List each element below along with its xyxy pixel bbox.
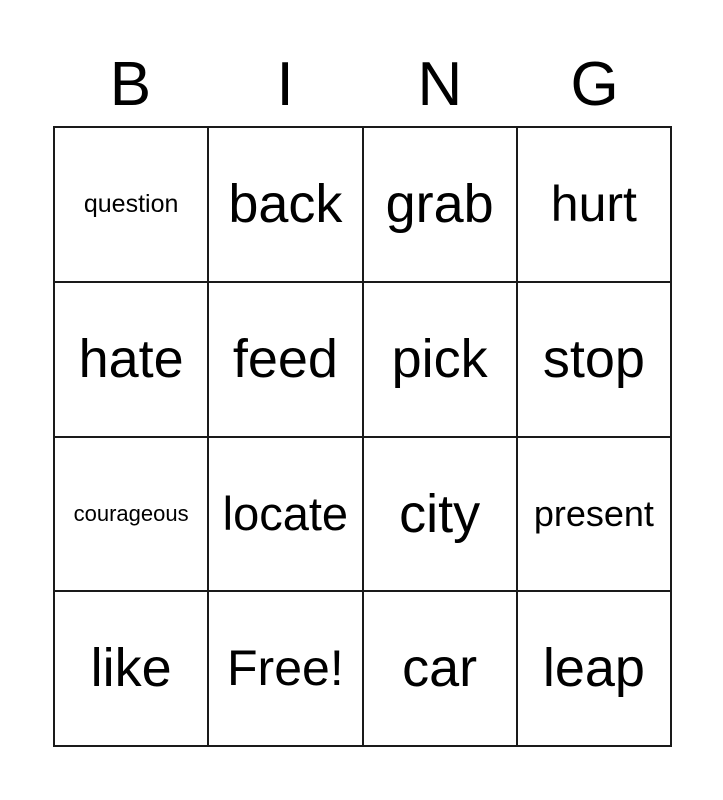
header-letter-i: I (208, 46, 363, 116)
bingo-cell[interactable]: question (55, 128, 210, 283)
bingo-cell-label: hate (78, 328, 184, 389)
bingo-cell-label: courageous (73, 501, 189, 527)
bingo-cell-label: locate (222, 487, 349, 541)
bingo-grid: question back grab hurt hate feed pick s… (53, 126, 672, 747)
header-letter-n-text: N (417, 50, 463, 119)
header-letter-i-text: I (276, 50, 294, 119)
bingo-cell[interactable]: hurt (517, 128, 672, 283)
header-letter-g-text: G (570, 50, 619, 119)
bingo-cell-label: question (83, 190, 179, 219)
bingo-cell[interactable]: feed (209, 282, 364, 438)
bingo-cell[interactable]: pick (363, 282, 518, 438)
bingo-card: B I N G question back grab hurt hate fee… (0, 0, 723, 800)
bingo-cell[interactable]: grab (363, 128, 518, 283)
bingo-cell[interactable]: car (363, 592, 518, 747)
bingo-cell[interactable]: present (517, 437, 672, 593)
bingo-cell[interactable]: locate (209, 437, 364, 593)
bingo-cell[interactable]: leap (517, 592, 672, 747)
bingo-cell-label: pick (391, 328, 488, 389)
bingo-cell[interactable]: hate (55, 282, 210, 438)
bingo-cell-label: city (399, 483, 481, 544)
bingo-cell[interactable]: back (209, 128, 364, 283)
bingo-cell-label: present (533, 492, 654, 534)
bingo-cell-label: hurt (550, 176, 637, 233)
bingo-cell[interactable]: courageous (55, 437, 210, 593)
header-letter-b-text: B (109, 50, 152, 119)
bingo-cell-label: car (402, 638, 478, 699)
bingo-cell[interactable]: stop (517, 282, 672, 438)
bingo-cell-label: like (90, 638, 172, 699)
bingo-cell-label: grab (385, 174, 494, 235)
bingo-cell-label: leap (542, 638, 645, 699)
bingo-cell-free-space[interactable]: Free! (209, 592, 364, 747)
header-letter-g: G (517, 46, 672, 116)
bingo-cell[interactable]: like (55, 592, 210, 747)
bingo-cell-label: feed (232, 328, 338, 389)
header-letter-b: B (53, 46, 208, 116)
header-letter-n: N (363, 46, 518, 116)
bingo-cell-label: stop (542, 328, 645, 389)
bingo-cell[interactable]: city (363, 437, 518, 593)
bingo-header-row: B I N G (53, 46, 672, 116)
bingo-cell-label: back (228, 174, 343, 235)
bingo-cell-label: Free! (227, 640, 344, 697)
